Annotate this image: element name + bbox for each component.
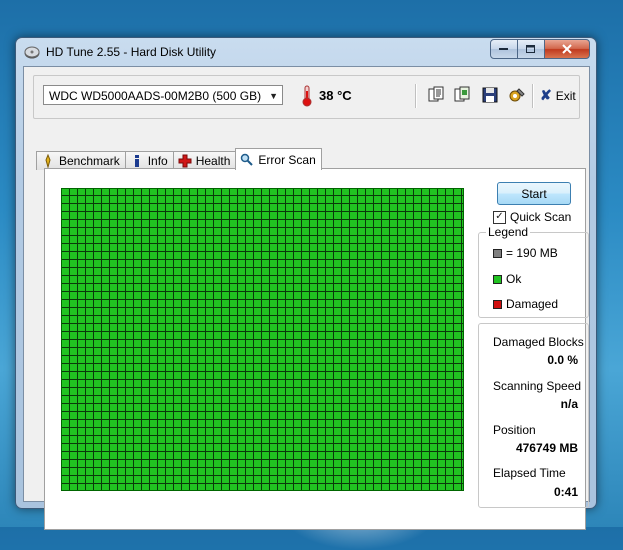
position-label: Position [493,423,536,437]
options-icon[interactable] [508,86,526,104]
maximize-button[interactable] [517,39,545,59]
maximize-icon [526,44,535,53]
start-button[interactable]: Start [497,182,571,205]
tab-error-scan[interactable]: Error Scan [235,148,322,170]
toolbar: WDC WD5000AADS-00M2B0 (500 GB) ▼ 38 °C ✘… [33,75,580,119]
quick-scan-checkbox[interactable]: ✓ Quick Scan [493,210,571,224]
checkbox-checked-icon: ✓ [493,210,506,224]
legend-item: = 190 MB [493,246,558,260]
info-icon [134,155,139,167]
drive-select[interactable]: WDC WD5000AADS-00M2B0 (500 GB) ▼ [43,85,283,105]
exit-button[interactable]: ✘ Exit [540,87,576,104]
minimize-icon [499,48,508,50]
legend-title: Legend [486,225,531,239]
save-icon[interactable] [481,86,499,104]
legend-swatch-ok [493,274,502,284]
tab-label: Benchmark [59,154,120,168]
exit-label: Exit [555,88,576,103]
quick-scan-label: Quick Scan [510,210,572,224]
thermometer-icon [302,85,312,107]
tab-label: Error Scan [258,152,316,167]
tab-label: Health [195,154,231,168]
toolbar-separator [415,84,417,108]
close-button[interactable] [544,39,590,59]
toolbar-separator [532,84,534,108]
legend-label: Ok [506,272,522,286]
close-icon [562,44,572,54]
copy-text-icon[interactable] [427,86,445,104]
legend-item: Ok [493,272,521,286]
drive-select-value: WDC WD5000AADS-00M2B0 (500 GB) [49,89,262,103]
error-scan-panel: Start ✓ Quick Scan Legend = 190 MB Ok Da… [44,168,589,530]
benchmark-icon [45,154,51,168]
tab-strip: Benchmark Info Health Error Scan [36,148,322,170]
minimize-button[interactable] [490,39,518,59]
tab-label: Info [147,154,168,168]
health-cross-icon [178,154,192,168]
title-bar[interactable]: HD Tune 2.55 - Hard Disk Utility [16,38,596,66]
magnifier-icon [241,153,254,166]
legend-label: Damaged [506,297,559,311]
client-area: WDC WD5000AADS-00M2B0 (500 GB) ▼ 38 °C ✘… [23,66,590,530]
legend-group: Legend = 190 MB Ok Damaged [478,225,589,318]
damaged-blocks-value: 0.0 % [547,353,578,367]
scanning-speed-label: Scanning Speed [493,379,582,393]
exit-x-icon: ✘ [540,87,552,103]
position-value: 476749 MB [515,441,578,455]
app-window: HD Tune 2.55 - Hard Disk Utility WDC WD5… [15,37,597,530]
temperature-readout: 38 °C [319,88,352,103]
damaged-blocks-label: Damaged Blocks [493,335,584,349]
hard-disk-app-icon [24,46,40,59]
scan-stats-group: Damaged Blocks 0.0 % Scanning Speed n/a … [478,323,589,508]
legend-item: Damaged [493,297,558,311]
copy-screenshot-icon[interactable] [453,86,471,104]
scanning-speed-value: n/a [560,397,578,411]
legend-label: = 190 MB [506,246,558,260]
legend-swatch-block [493,248,502,258]
start-button-label: Start [521,186,547,201]
chevron-down-icon: ▼ [269,91,278,101]
elapsed-time-label: Elapsed Time [493,466,566,480]
legend-swatch-damaged [493,299,502,309]
window-title: HD Tune 2.55 - Hard Disk Utility [46,45,217,59]
elapsed-time-value: 0:41 [553,485,578,499]
scan-block-grid [61,188,464,491]
